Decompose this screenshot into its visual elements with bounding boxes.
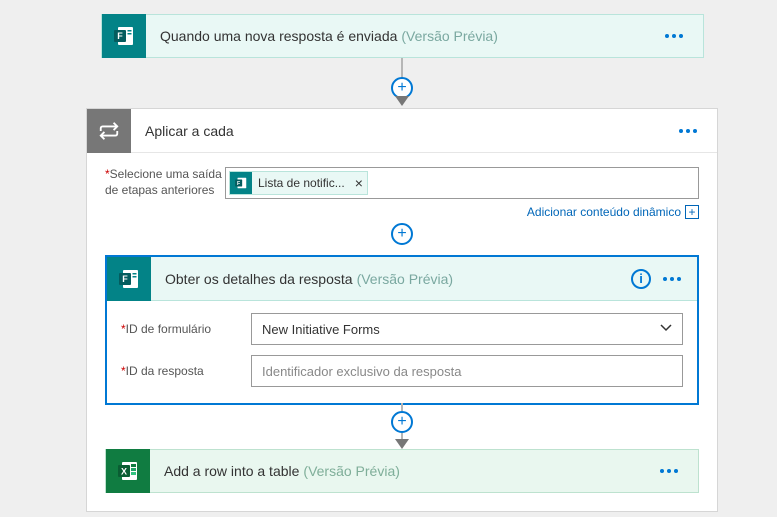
- arrow-down-icon: [395, 439, 409, 449]
- info-icon[interactable]: i: [631, 269, 651, 289]
- select-output-input[interactable]: F Lista de notific... ×: [225, 167, 699, 199]
- response-id-placeholder: Identificador exclusivo da resposta: [262, 364, 461, 379]
- connector-line: [401, 58, 403, 78]
- apply-to-each-container: Aplicar a cada *Selecione uma saída de e…: [86, 108, 718, 512]
- excel-icon: X: [106, 449, 150, 493]
- dynamic-token[interactable]: F Lista de notific... ×: [229, 171, 368, 195]
- excel-title: Add a row into a table: [150, 463, 299, 479]
- get-response-details-card: F Obter os detalhes da resposta (Versão …: [105, 255, 699, 405]
- add-row-excel-card[interactable]: X Add a row into a table (Versão Prévia): [105, 449, 699, 493]
- apply-to-each-body: *Selecione uma saída de etapas anteriore…: [87, 153, 717, 511]
- response-id-label-text: ID da resposta: [126, 364, 204, 378]
- step-body: *ID de formulário New Initiative Forms *…: [107, 301, 697, 403]
- form-id-select[interactable]: New Initiative Forms: [251, 313, 683, 345]
- chevron-down-icon: [660, 324, 672, 332]
- svg-text:F: F: [122, 274, 128, 284]
- plus-box-icon: +: [685, 205, 699, 219]
- preview-badge: (Versão Prévia): [397, 28, 497, 44]
- get-response-details-header[interactable]: F Obter os detalhes da resposta (Versão …: [107, 257, 697, 301]
- step-menu-button[interactable]: [659, 273, 685, 285]
- ms-forms-icon: F: [230, 172, 252, 194]
- form-id-value: New Initiative Forms: [262, 322, 380, 337]
- add-dynamic-content-link[interactable]: Adicionar conteúdo dinâmico +: [527, 205, 699, 219]
- trigger-card[interactable]: F Quando uma nova resposta é enviada (Ve…: [101, 14, 704, 58]
- apply-to-each-title: Aplicar a cada: [131, 123, 234, 139]
- svg-text:X: X: [121, 467, 127, 477]
- loop-icon: [87, 109, 131, 153]
- token-remove-button[interactable]: ×: [355, 175, 363, 191]
- form-id-label-text: ID de formulário: [126, 322, 211, 336]
- excel-menu-button[interactable]: [654, 463, 684, 479]
- apply-to-each-menu-button[interactable]: [673, 123, 703, 139]
- form-id-label: *ID de formulário: [121, 322, 251, 336]
- select-output-label: *Selecione uma saída de etapas anteriore…: [105, 167, 225, 198]
- select-output-label-text: Selecione uma saída de etapas anteriores: [105, 167, 222, 197]
- add-dynamic-content-label: Adicionar conteúdo dinâmico: [527, 205, 681, 219]
- response-id-input[interactable]: Identificador exclusivo da resposta: [251, 355, 683, 387]
- apply-to-each-header[interactable]: Aplicar a cada: [87, 109, 717, 153]
- trigger-menu-button[interactable]: [659, 28, 689, 44]
- arrow-down-icon: [395, 96, 409, 106]
- add-inner-step-button[interactable]: +: [391, 411, 413, 433]
- flow-canvas: F Quando uma nova resposta é enviada (Ve…: [0, 0, 777, 517]
- svg-text:F: F: [117, 31, 123, 41]
- ms-forms-icon: F: [107, 257, 151, 301]
- response-id-label: *ID da resposta: [121, 364, 251, 378]
- trigger-title: Quando uma nova resposta é enviada: [146, 28, 397, 44]
- token-label: Lista de notific...: [258, 176, 345, 190]
- inner-connector: +: [105, 403, 699, 449]
- add-inner-step-button[interactable]: +: [391, 223, 413, 245]
- preview-badge: (Versão Prévia): [299, 463, 399, 479]
- step-title: Obter os detalhes da resposta: [151, 271, 353, 287]
- preview-badge: (Versão Prévia): [353, 271, 453, 287]
- ms-forms-icon: F: [102, 14, 146, 58]
